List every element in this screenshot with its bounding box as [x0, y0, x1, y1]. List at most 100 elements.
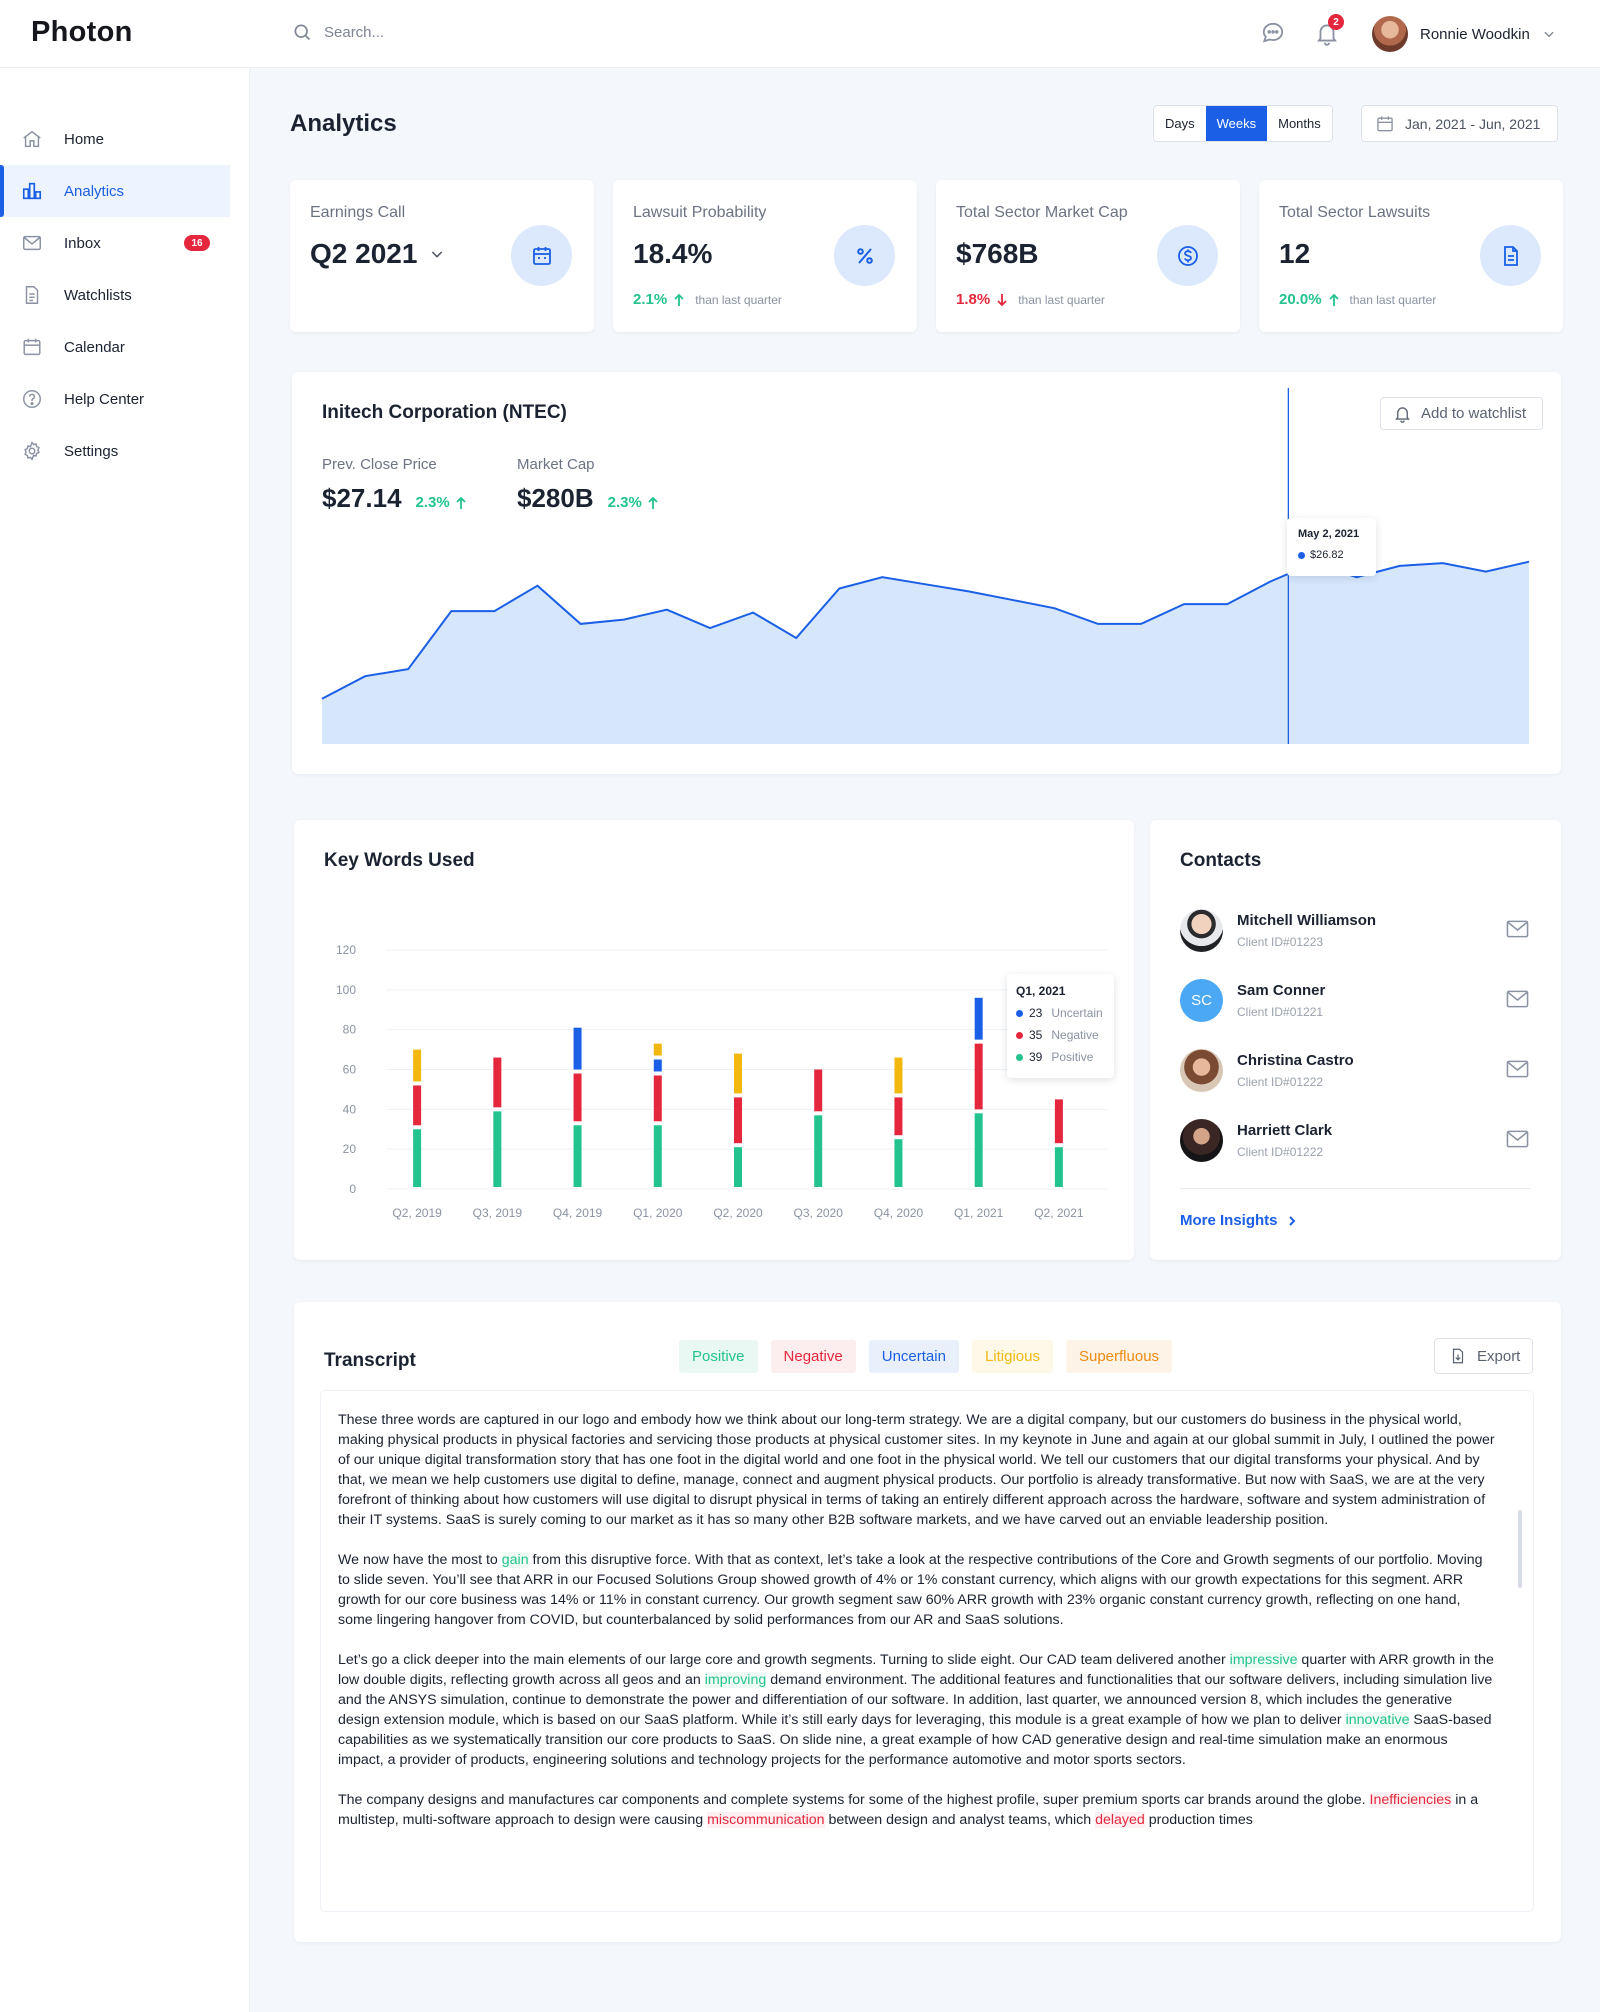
positive-highlight[interactable]: impressive	[1229, 1652, 1298, 1668]
date-range-picker[interactable]: Jan, 2021 - Jun, 2021	[1361, 105, 1558, 142]
x-tick-label: Q2, 2021	[1034, 1206, 1084, 1220]
chat-icon[interactable]	[1260, 20, 1286, 46]
sidebar-item-help-center[interactable]: Help Center	[0, 373, 230, 425]
bar-segment[interactable]	[653, 1125, 662, 1187]
negative-highlight[interactable]: Inefficiencies	[1369, 1792, 1452, 1808]
contact-id: Client ID#01223	[1237, 935, 1324, 949]
document-icon	[25, 286, 39, 304]
transcript-text[interactable]: These three words are captured in our lo…	[320, 1390, 1534, 1912]
transcript-paragraph: We now have the most to gain from this d…	[338, 1552, 1483, 1628]
contact-item[interactable]: Harriett Clark Client ID#01222	[1180, 1119, 1530, 1163]
segment-days[interactable]: Days	[1154, 106, 1206, 141]
sidebar-item-analytics[interactable]: Analytics	[0, 165, 230, 217]
bar-segment[interactable]	[894, 1057, 903, 1094]
negative-highlight[interactable]: miscommunication	[707, 1812, 825, 1828]
user-menu[interactable]: Ronnie Woodkin	[1372, 16, 1556, 52]
bar-segment[interactable]	[573, 1073, 582, 1122]
bell-icon[interactable]: 2	[1314, 14, 1344, 46]
bar-segment[interactable]	[653, 1043, 662, 1056]
search-bar[interactable]: Search...	[292, 22, 384, 42]
stat-icon-circle	[511, 225, 572, 286]
bar-segment[interactable]	[814, 1069, 823, 1112]
contact-id: Client ID#01221	[1237, 1005, 1324, 1019]
arrow-down-icon	[997, 293, 1007, 306]
search-placeholder[interactable]: Search...	[324, 24, 384, 41]
stock-title: Initech Corporation (NTEC)	[322, 402, 567, 423]
negative-highlight[interactable]: delayed	[1095, 1812, 1145, 1828]
bar-segment[interactable]	[1054, 1099, 1063, 1144]
stat-card-sector-market-cap: Total Sector Market Cap $768B 1.8% than …	[936, 180, 1240, 332]
earnings-call-selector[interactable]: Q2 2021	[310, 238, 445, 270]
filter-chip-litigious[interactable]: Litigious	[971, 1340, 1053, 1373]
bar-segment[interactable]	[974, 997, 983, 1040]
contact-id: Client ID#01222	[1237, 1075, 1324, 1089]
period-toggle: Days Weeks Months	[1153, 105, 1333, 142]
bar-segment[interactable]	[413, 1049, 422, 1082]
stat-delta: 1.8% than last quarter	[956, 291, 1105, 308]
filter-chip-superfluous[interactable]: Superfluous	[1065, 1340, 1173, 1373]
bar-segment[interactable]	[493, 1057, 502, 1108]
stat-value[interactable]: Q2 2021	[310, 238, 417, 270]
bar-segment[interactable]	[894, 1139, 903, 1187]
mail-icon[interactable]	[1506, 919, 1529, 939]
bar-segment[interactable]	[573, 1027, 582, 1070]
bar-segment[interactable]	[814, 1115, 823, 1187]
contact-item[interactable]: Mitchell Williamson Client ID#01223	[1180, 909, 1530, 953]
sidebar-item-settings[interactable]: Settings	[0, 425, 230, 477]
mail-icon[interactable]	[1506, 989, 1529, 1009]
segment-weeks[interactable]: Weeks	[1205, 106, 1268, 141]
bar-segment[interactable]	[653, 1075, 662, 1122]
mail-icon[interactable]	[1506, 1129, 1529, 1149]
sidebar-item-watchlists[interactable]: Watchlists	[0, 269, 230, 321]
add-to-watchlist-button[interactable]: Add to watchlist	[1380, 397, 1543, 430]
positive-highlight[interactable]: gain	[501, 1552, 529, 1568]
user-name[interactable]: Ronnie Woodkin	[1420, 26, 1530, 43]
bar-segment[interactable]	[573, 1125, 582, 1187]
home-icon	[23, 130, 41, 148]
market-cap-metric: Market Cap $280B 2.3%	[517, 456, 659, 514]
tooltip-date: May 2, 2021	[1298, 528, 1360, 540]
segment-months[interactable]: Months	[1267, 106, 1332, 141]
bar-segment[interactable]	[1054, 1147, 1063, 1187]
bar-segment[interactable]	[974, 1043, 983, 1110]
gear-icon	[24, 441, 40, 461]
positive-highlight[interactable]: improving	[704, 1672, 767, 1688]
date-range-text: Jan, 2021 - Jun, 2021	[1405, 115, 1541, 132]
bar-segment[interactable]	[653, 1059, 662, 1072]
keywords-chart-card: 0 20 40 60 80 100 120 Q2, 2019 Q3, 2019 Q4, 2019 Q…	[294, 820, 1134, 1260]
positive-highlight[interactable]: innovative	[1345, 1712, 1410, 1728]
bar-segment[interactable]	[413, 1129, 422, 1187]
chevron-down-icon[interactable]	[1542, 27, 1556, 41]
export-button[interactable]: Export	[1434, 1338, 1533, 1374]
y-tick-label: 80	[343, 1023, 357, 1037]
sidebar-item-inbox[interactable]: Inbox 16	[0, 217, 230, 269]
sidebar-item-calendar[interactable]: Calendar	[0, 321, 230, 373]
sidebar-item-home[interactable]: Home	[0, 113, 230, 165]
filter-chip-positive[interactable]: Positive	[679, 1340, 758, 1373]
chevron-down-icon[interactable]	[429, 246, 445, 262]
bar-chart-icon	[22, 182, 42, 200]
bar-segment[interactable]	[894, 1097, 903, 1136]
transcript-paragraph: These three words are captured in our lo…	[338, 1412, 1495, 1528]
bar-segment[interactable]	[974, 1113, 983, 1187]
mail-icon[interactable]	[1506, 1059, 1529, 1079]
bar-segment[interactable]	[734, 1053, 742, 1094]
contact-item[interactable]: Christina Castro Client ID#01222	[1180, 1049, 1530, 1093]
bar-segment[interactable]	[734, 1147, 742, 1187]
contact-item[interactable]: SC Sam Conner Client ID#01221	[1180, 979, 1530, 1023]
scrollbar[interactable]	[1518, 1510, 1522, 1588]
calendar-icon	[23, 338, 41, 356]
bar-segment[interactable]	[493, 1111, 502, 1187]
series-dot	[1016, 1009, 1023, 1017]
app-logo[interactable]: Photon	[31, 16, 133, 49]
watchlist-button-label: Add to watchlist	[1421, 405, 1527, 422]
more-insights-link[interactable]: More Insights	[1180, 1212, 1298, 1229]
delta-note: than last quarter	[1018, 292, 1105, 307]
filter-chip-uncertain[interactable]: Uncertain	[868, 1340, 959, 1373]
bar-segment[interactable]	[413, 1085, 422, 1126]
avatar	[1180, 909, 1223, 952]
avatar[interactable]	[1372, 16, 1408, 52]
stat-card-sector-lawsuits: Total Sector Lawsuits 12 20.0% than last…	[1259, 180, 1563, 332]
bar-segment[interactable]	[734, 1097, 742, 1144]
filter-chip-negative[interactable]: Negative	[770, 1340, 856, 1373]
